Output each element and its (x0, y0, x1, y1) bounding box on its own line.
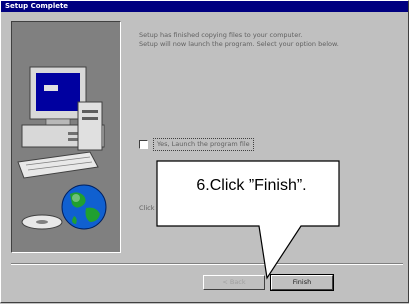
callout-bubble (156, 160, 340, 280)
setup-complete-dialog: Setup Complete Setup has finished copyin… (0, 0, 409, 303)
callout-text: 6.Click ”Finish”. (196, 177, 307, 194)
